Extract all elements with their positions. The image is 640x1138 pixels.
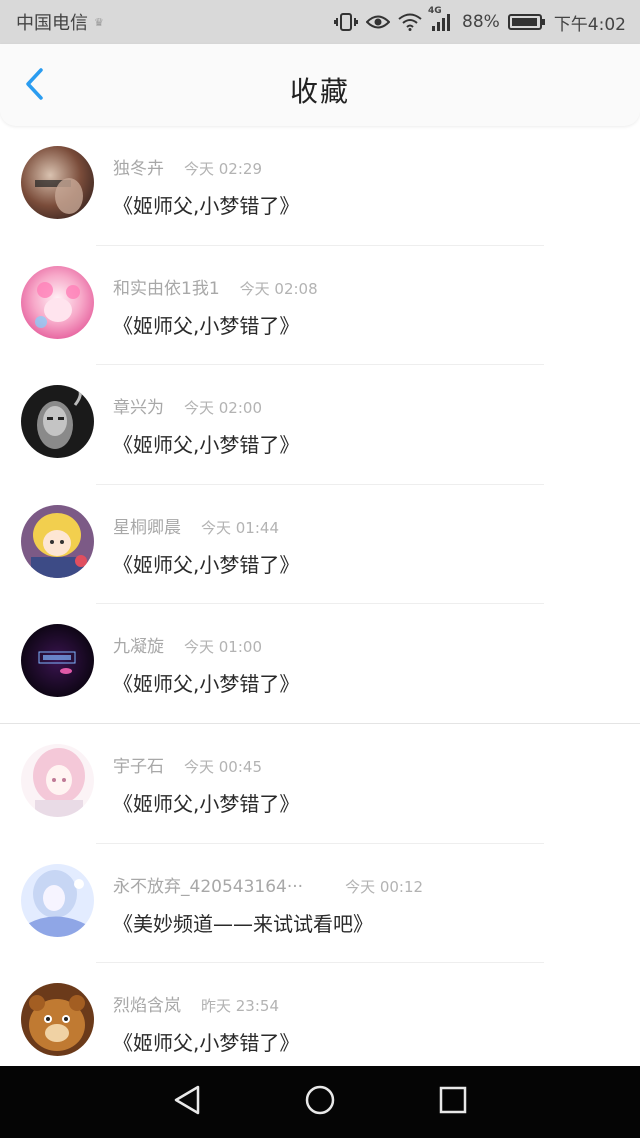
eye-icon: [366, 13, 391, 31]
vibrate-icon: [334, 12, 359, 32]
item-time: 今天 00:12: [345, 877, 424, 896]
item-time: 昨天 23:54: [201, 997, 279, 1016]
header: 收藏: [0, 44, 640, 126]
wifi-icon: [398, 13, 422, 31]
chevron-left-icon: [23, 67, 45, 105]
item-author: 和实由依1我1: [113, 278, 220, 299]
item-author: 星桐卿晨: [113, 517, 181, 538]
item-meta: 星桐卿晨 今天 01:44: [113, 513, 279, 538]
favorite-item[interactable]: 独冬卉 今天 02:29 《姬师父,小梦错了》: [0, 126, 640, 246]
item-author: 宇子石: [113, 756, 164, 777]
battery-icon: [507, 13, 546, 31]
nav-recents-button[interactable]: [423, 1072, 483, 1132]
item-title: 《姬师父,小梦错了》: [113, 672, 300, 697]
item-author: 九凝旋: [113, 637, 164, 658]
avatar: [21, 265, 94, 339]
item-meta: 独冬卉 今天 02:29: [113, 154, 262, 179]
item-title: 《姬师父,小梦错了》: [113, 433, 300, 458]
clock: 下午4:02: [553, 14, 626, 35]
item-title: 《姬师父,小梦错了》: [113, 791, 300, 816]
favorite-item[interactable]: 和实由依1我1 今天 02:08 《姬师父,小梦错了》: [0, 246, 640, 366]
favorite-item[interactable]: 宇子石 今天 00:45 《姬师父,小梦错了》: [0, 724, 640, 844]
item-time: 今天 00:45: [184, 757, 262, 776]
network-label: 4G: [428, 6, 442, 16]
carrier-mark-icon: ♛: [94, 15, 104, 29]
item-title: 《姬师父,小梦错了》: [113, 552, 300, 577]
item-author: 独冬卉: [113, 159, 164, 179]
avatar: [21, 743, 94, 817]
avatar: [21, 385, 94, 459]
carrier-label: 中国电信: [16, 13, 88, 34]
item-title: 《美妙频道——来试试看吧》: [113, 911, 373, 936]
favorite-item[interactable]: 九凝旋 今天 01:00 《姬师父,小梦错了》: [0, 604, 640, 724]
item-title: 《姬师父,小梦错了》: [113, 1031, 300, 1056]
item-meta: 烈焰含岚 昨天 23:54: [113, 991, 279, 1016]
nav-home-button[interactable]: [290, 1072, 350, 1132]
item-time: 今天 02:00: [184, 399, 262, 418]
favorite-item[interactable]: 章兴为 今天 02:00 《姬师父,小梦错了》: [0, 365, 640, 485]
item-meta: 章兴为 今天 02:00: [113, 393, 262, 418]
favorites-list: 独冬卉 今天 02:29 《姬师父,小梦错了》 和实由依1我1 今天 02:08…: [0, 126, 640, 1083]
circle-home-icon: [304, 1084, 336, 1120]
status-left: 中国电信 ♛: [16, 9, 104, 35]
item-meta: 九凝旋 今天 01:00: [113, 632, 262, 657]
item-time: 今天 02:08: [239, 279, 318, 298]
item-meta: 宇子石 今天 00:45: [113, 752, 262, 777]
nav-back-button[interactable]: [157, 1072, 217, 1132]
avatar: [21, 504, 94, 578]
item-title: 《姬师父,小梦错了》: [113, 313, 300, 338]
item-author: 章兴为: [113, 398, 164, 419]
item-time: 今天 01:00: [184, 638, 262, 657]
item-author: 烈焰含岚: [113, 996, 181, 1017]
avatar: [21, 624, 94, 698]
triangle-back-icon: [172, 1084, 202, 1120]
favorite-item[interactable]: 永不放弃_420543164··· 今天 00:12 《美妙频道——来试试看吧》: [0, 844, 640, 964]
page-title: 收藏: [289, 75, 350, 108]
avatar: [21, 146, 94, 219]
item-time: 今天 02:29: [184, 160, 262, 178]
avatar: [21, 983, 94, 1057]
favorite-item[interactable]: 星桐卿晨 今天 01:44 《姬师父,小梦错了》: [0, 485, 640, 605]
avatar: [21, 863, 94, 937]
battery-percent: 88%: [462, 12, 500, 32]
item-meta: 永不放弃_420543164··· 今天 00:12: [113, 872, 423, 897]
item-time: 今天 01:44: [201, 518, 279, 537]
status-right: 4G 88% 下午4:02: [334, 6, 626, 35]
item-title: 《姬师父,小梦错了》: [113, 194, 300, 218]
square-recents-icon: [438, 1085, 468, 1119]
favorite-item[interactable]: 烈焰含岚 昨天 23:54 《姬师父,小梦错了》: [0, 963, 640, 1083]
item-meta: 和实由依1我1 今天 02:08: [113, 274, 318, 299]
back-button[interactable]: [14, 66, 54, 106]
status-bar: 中国电信 ♛ 4G 88% 下午4:02: [0, 0, 640, 44]
signal-icon: 4G: [428, 6, 454, 32]
item-author: 永不放弃_420543164···: [113, 876, 304, 897]
system-nav-bar: [0, 1066, 640, 1138]
